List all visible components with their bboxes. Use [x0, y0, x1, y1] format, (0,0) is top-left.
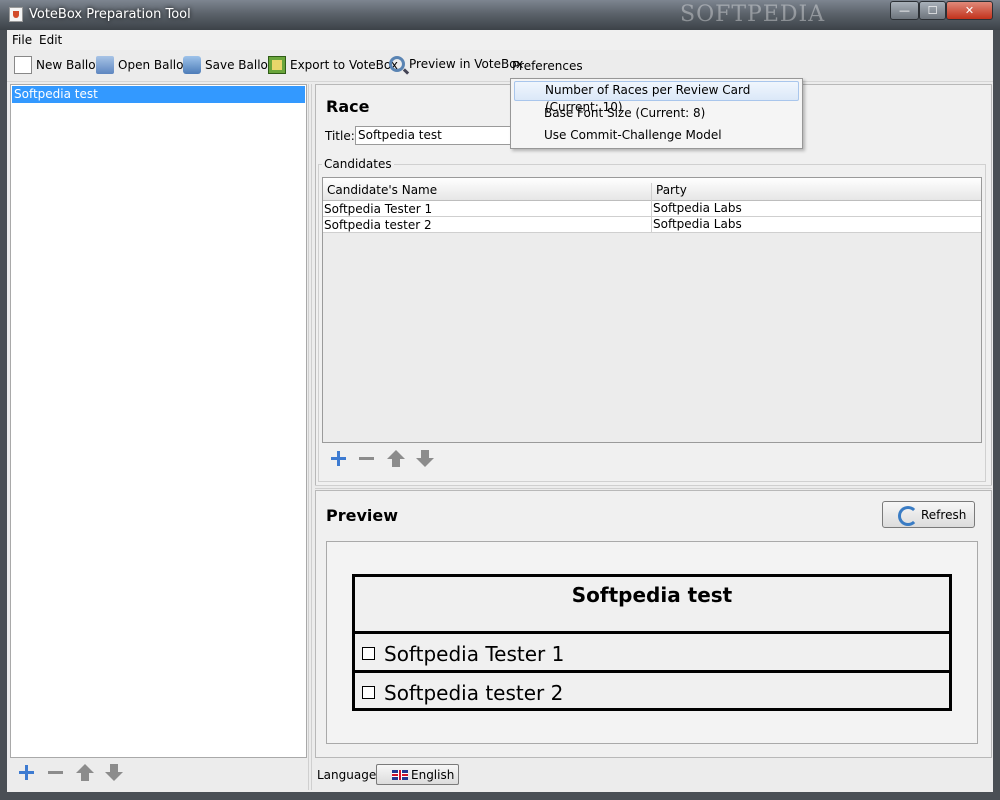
title-bar[interactable]: VoteBox Preparation Tool SOFTPEDIA — ☐ ✕ [0, 0, 1000, 30]
race-title-input[interactable]: Softpedia test [355, 126, 515, 145]
remove-candidate-icon[interactable] [357, 449, 377, 469]
new-ballot-button[interactable]: New Ballot [14, 56, 100, 76]
table-row[interactable]: Softpedia Tester 1 Softpedia Labs [323, 201, 981, 217]
checkbox-icon [362, 647, 375, 660]
toolbar: New Ballot Open Ballot Save Ballot Expor… [7, 51, 993, 82]
menu-file[interactable]: File [12, 33, 32, 47]
magnifier-icon [389, 56, 405, 72]
menu-item-commit-challenge[interactable]: Use Commit-Challenge Model [514, 126, 799, 146]
candidates-table[interactable]: Candidate's Name Party Softpedia Tester … [322, 177, 982, 443]
race-list-item[interactable]: Softpedia test [12, 86, 305, 103]
uk-flag-icon [392, 770, 408, 780]
add-candidate-icon[interactable] [329, 449, 349, 469]
move-candidate-down-icon[interactable] [415, 449, 435, 469]
vertical-splitter[interactable] [308, 84, 312, 790]
refresh-icon [898, 506, 918, 526]
title-label: Title: [325, 129, 355, 143]
window-title: VoteBox Preparation Tool [29, 7, 191, 22]
race-list[interactable]: Softpedia test [10, 84, 307, 758]
party-cell[interactable]: Softpedia Labs [651, 201, 742, 217]
maximize-button[interactable]: ☐ [919, 1, 946, 20]
preferences-dropdown: Number of Races per Review Card (Current… [510, 78, 803, 149]
party-cell[interactable]: Softpedia Labs [651, 217, 742, 233]
column-header-name[interactable]: Candidate's Name [327, 183, 437, 197]
java-app-icon [9, 7, 23, 22]
minimize-button[interactable]: — [890, 1, 919, 20]
column-header-party[interactable]: Party [656, 183, 687, 197]
menu-edit[interactable]: Edit [39, 33, 62, 47]
candidates-label: Candidates [322, 157, 394, 171]
ballot-option: Softpedia tester 2 [355, 670, 949, 708]
menu-item-races-per-review-card[interactable]: Number of Races per Review Card (Current… [514, 81, 799, 114]
refresh-button[interactable]: Refresh [882, 501, 975, 528]
preferences-menu-button[interactable]: Preferences [512, 59, 583, 79]
language-label: Language: [317, 768, 381, 782]
add-icon[interactable] [17, 763, 37, 783]
candidate-name-cell[interactable]: Softpedia tester 2 [324, 218, 432, 232]
ballot-option-label: Softpedia tester 2 [384, 681, 564, 705]
preview-label: Preview in VoteBox [409, 57, 524, 71]
remove-icon[interactable] [46, 763, 66, 783]
move-up-icon[interactable] [75, 763, 95, 783]
move-down-icon[interactable] [104, 763, 124, 783]
table-row[interactable]: Softpedia tester 2 Softpedia Labs [323, 217, 981, 233]
close-button[interactable]: ✕ [946, 1, 993, 20]
new-ballot-label: New Ballot [36, 58, 101, 72]
status-bar: Language: English [315, 759, 992, 789]
open-ballot-button[interactable]: Open Ballot [96, 56, 188, 76]
ballot-option-label: Softpedia Tester 1 [384, 642, 565, 666]
candidate-name-cell[interactable]: Softpedia Tester 1 [324, 202, 432, 216]
menu-item-base-font-size[interactable]: Base Font Size (Current: 8) [514, 104, 799, 124]
preview-heading: Preview [326, 506, 399, 525]
checkbox-icon [362, 686, 375, 699]
export-chip-icon [268, 56, 286, 74]
open-ballot-label: Open Ballot [118, 58, 189, 72]
ballot-title: Softpedia test [571, 583, 733, 607]
folder-open-icon [96, 56, 114, 74]
export-button[interactable]: Export to VoteBox [268, 56, 398, 76]
table-header: Candidate's Name Party [323, 178, 981, 205]
race-heading: Race [326, 97, 370, 116]
preview-button[interactable]: Preview in VoteBox [389, 56, 523, 76]
ballot-option: Softpedia Tester 1 [355, 631, 949, 669]
watermark: SOFTPEDIA [680, 2, 826, 27]
save-ballot-button[interactable]: Save Ballot [183, 56, 273, 76]
export-label: Export to VoteBox [290, 58, 398, 72]
save-ballot-label: Save Ballot [205, 58, 273, 72]
save-icon [183, 56, 201, 74]
new-document-icon [14, 56, 32, 74]
refresh-label: Refresh [921, 508, 967, 522]
language-button[interactable]: English [376, 764, 459, 785]
menu-bar: File Edit [7, 30, 993, 50]
move-candidate-up-icon[interactable] [386, 449, 406, 469]
language-value: English [411, 768, 455, 782]
ballot-preview: Softpedia test Softpedia Tester 1 Softpe… [352, 574, 952, 711]
horizontal-splitter[interactable] [315, 485, 992, 489]
